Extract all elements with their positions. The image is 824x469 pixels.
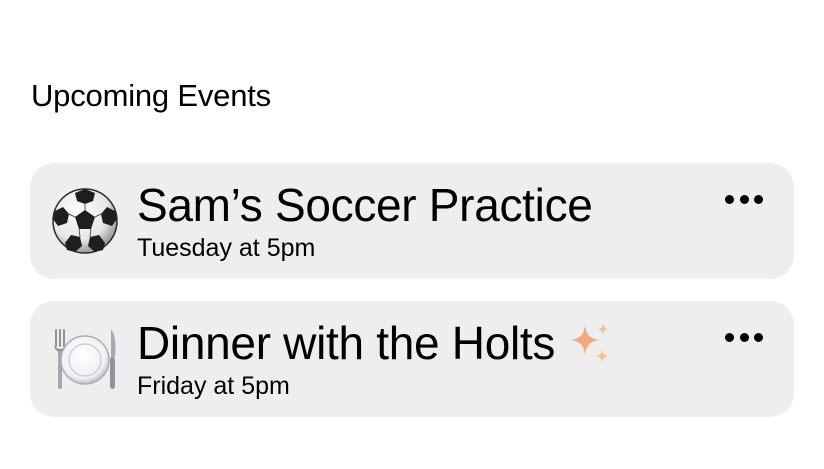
more-dot [739, 194, 749, 204]
more-options-button[interactable] [722, 185, 766, 213]
event-title-text: Dinner with the Holts [137, 317, 556, 369]
more-dot [754, 194, 763, 204]
event-time: Friday at 5pm [137, 372, 290, 400]
more-options-button[interactable] [722, 323, 766, 351]
event-list: Sam’s Soccer Practice Tuesday at 5pm Din… [30, 163, 794, 439]
event-card-soccer[interactable]: Sam’s Soccer Practice Tuesday at 5pm [30, 163, 794, 279]
soccer-ball-icon [49, 185, 121, 257]
sparkle-icon [565, 319, 613, 367]
event-card-dinner[interactable]: Dinner with the Holts Friday at 5pm [30, 301, 794, 417]
event-text: Sam’s Soccer Practice Tuesday at 5pm [137, 179, 704, 263]
event-title: Dinner with the Holts [137, 317, 704, 369]
section-title: Upcoming Events [31, 78, 271, 113]
plate-cutlery-icon [49, 323, 121, 395]
event-title-text: Sam’s Soccer Practice [137, 179, 593, 231]
event-text: Dinner with the Holts Friday at 5pm [137, 317, 704, 401]
more-dot [725, 194, 734, 204]
more-dot [739, 332, 749, 342]
event-time: Tuesday at 5pm [137, 234, 316, 262]
event-title: Sam’s Soccer Practice [137, 179, 704, 231]
more-dot [725, 332, 734, 342]
more-dot [754, 332, 763, 342]
